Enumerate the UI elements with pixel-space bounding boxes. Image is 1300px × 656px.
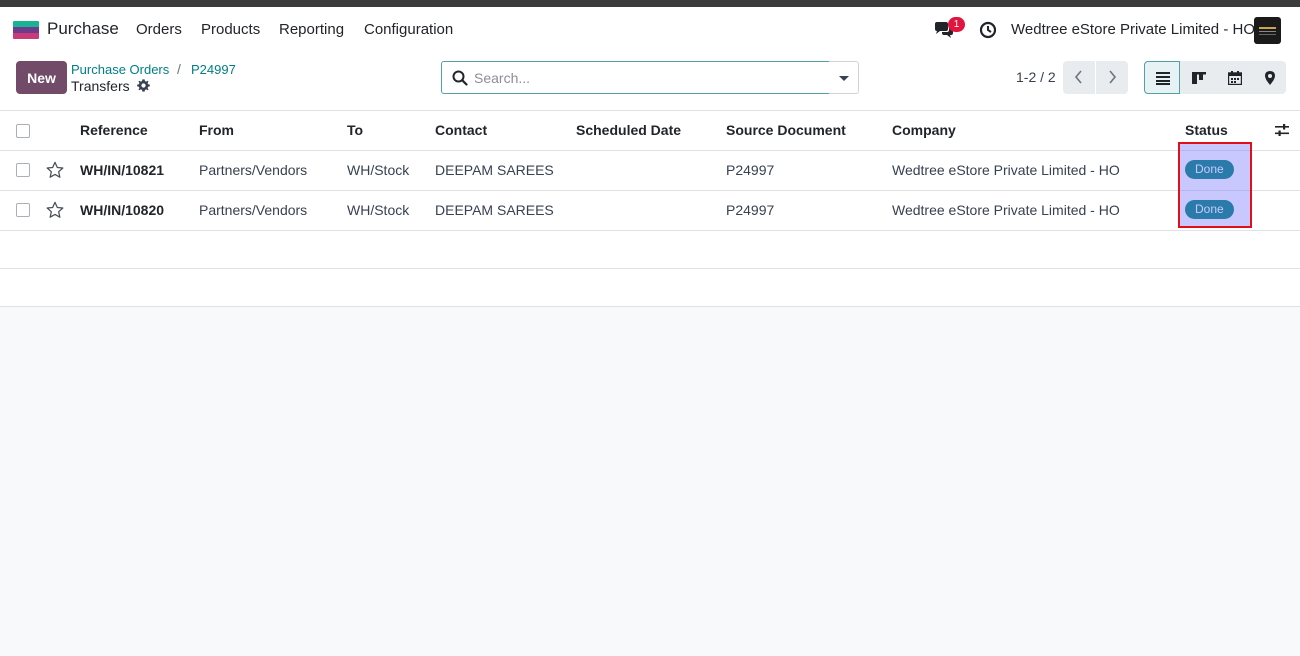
cell-company: Wedtree eStore Private Limited - HO bbox=[892, 162, 1120, 178]
new-button[interactable]: New bbox=[16, 61, 67, 94]
chat-badge: 1 bbox=[948, 17, 965, 32]
menu-configuration[interactable]: Configuration bbox=[364, 21, 453, 38]
star-icon[interactable] bbox=[46, 161, 64, 179]
cell-reference: WH/IN/10820 bbox=[80, 202, 165, 218]
column-from[interactable]: From bbox=[199, 122, 234, 138]
user-avatar[interactable] bbox=[1254, 17, 1281, 44]
search-icon bbox=[452, 70, 468, 86]
view-calendar-button[interactable] bbox=[1216, 61, 1252, 94]
kanban-icon bbox=[1192, 72, 1206, 84]
pager-value[interactable]: 1-2 / 2 bbox=[1016, 69, 1056, 85]
search-box bbox=[441, 61, 830, 94]
cell-from: Partners/Vendors bbox=[199, 202, 308, 218]
caret-down-icon bbox=[839, 76, 849, 81]
search-input[interactable] bbox=[474, 68, 814, 88]
view-kanban-button[interactable] bbox=[1180, 61, 1216, 94]
menu-products[interactable]: Products bbox=[201, 21, 260, 38]
status-badge: Done bbox=[1185, 200, 1234, 219]
empty-row bbox=[0, 231, 1300, 269]
view-map-button[interactable] bbox=[1252, 61, 1286, 94]
column-reference[interactable]: Reference bbox=[80, 122, 148, 138]
cell-reference: WH/IN/10821 bbox=[80, 162, 165, 178]
cell-from: Partners/Vendors bbox=[199, 162, 308, 178]
menu-orders[interactable]: Orders bbox=[136, 21, 182, 38]
column-contact[interactable]: Contact bbox=[435, 122, 487, 138]
column-status[interactable]: Status bbox=[1185, 122, 1228, 138]
menu-reporting[interactable]: Reporting bbox=[279, 21, 344, 38]
calendar-icon bbox=[1228, 71, 1242, 85]
cell-source-document: P24997 bbox=[726, 202, 775, 218]
control-panel: New Purchase Orders / P24997 Transfers 1… bbox=[0, 53, 1300, 111]
window-top-strip bbox=[0, 0, 1300, 7]
app-name[interactable]: Purchase bbox=[47, 19, 119, 39]
column-to[interactable]: To bbox=[347, 122, 363, 138]
cell-source-document: P24997 bbox=[726, 162, 775, 178]
empty-row bbox=[0, 269, 1300, 307]
row-checkbox[interactable] bbox=[16, 203, 30, 217]
page-title: Transfers bbox=[71, 78, 130, 94]
cell-to: WH/Stock bbox=[347, 162, 410, 178]
company-switcher[interactable]: Wedtree eStore Private Limited - HO bbox=[1011, 21, 1255, 38]
column-source-document[interactable]: Source Document bbox=[726, 122, 846, 138]
breadcrumb-purchase-orders[interactable]: Purchase Orders bbox=[71, 62, 169, 77]
breadcrumb-order[interactable]: P24997 bbox=[191, 62, 236, 77]
cell-to: WH/Stock bbox=[347, 202, 410, 218]
optional-columns-icon[interactable] bbox=[1275, 123, 1289, 137]
cell-company: Wedtree eStore Private Limited - HO bbox=[892, 202, 1120, 218]
select-all-checkbox[interactable] bbox=[16, 124, 30, 138]
chevron-right-icon bbox=[1109, 70, 1117, 84]
purchase-app-icon[interactable] bbox=[13, 21, 39, 39]
cell-contact: DEEPAM SAREES bbox=[435, 202, 554, 218]
gear-icon[interactable] bbox=[137, 79, 150, 92]
pager-next-button[interactable] bbox=[1096, 61, 1128, 94]
row-checkbox[interactable] bbox=[16, 163, 30, 177]
table-row[interactable]: WH/IN/10821 Partners/Vendors WH/Stock DE… bbox=[0, 151, 1300, 191]
table-row[interactable]: WH/IN/10820 Partners/Vendors WH/Stock DE… bbox=[0, 191, 1300, 231]
pager-previous-button[interactable] bbox=[1063, 61, 1095, 94]
table-header: Reference From To Contact Scheduled Date… bbox=[0, 111, 1300, 151]
map-pin-icon bbox=[1265, 71, 1275, 85]
search-options-toggle[interactable] bbox=[829, 61, 859, 94]
top-navbar: Purchase Orders Products Reporting Confi… bbox=[0, 7, 1300, 53]
breadcrumb-separator: / bbox=[177, 61, 181, 77]
list-icon bbox=[1156, 72, 1170, 85]
view-list-button[interactable] bbox=[1144, 61, 1180, 94]
clock-icon[interactable] bbox=[979, 21, 997, 39]
star-icon[interactable] bbox=[46, 201, 64, 219]
column-company[interactable]: Company bbox=[892, 122, 956, 138]
chevron-left-icon bbox=[1074, 70, 1082, 84]
cell-contact: DEEPAM SAREES bbox=[435, 162, 554, 178]
column-scheduled-date[interactable]: Scheduled Date bbox=[576, 122, 681, 138]
transfers-list: Reference From To Contact Scheduled Date… bbox=[0, 111, 1300, 307]
status-badge: Done bbox=[1185, 160, 1234, 179]
